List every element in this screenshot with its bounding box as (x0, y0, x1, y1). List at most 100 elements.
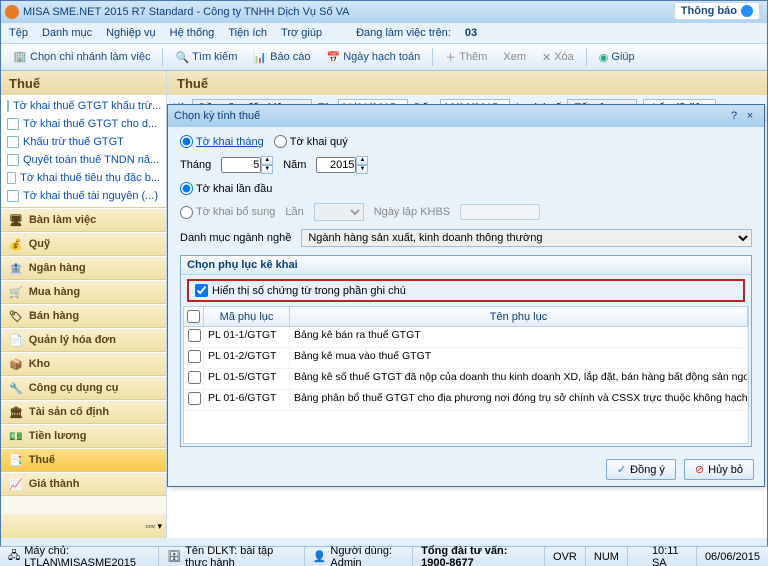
buy-icon: 🛒 (9, 286, 23, 299)
cancel-icon: ⊘ (695, 463, 704, 476)
sell-icon: 🏷 (9, 310, 23, 323)
bell-icon (741, 5, 753, 17)
tree-item[interactable]: Khấu trừ thuế GTGT (1, 133, 166, 151)
working-value: 03 (465, 27, 477, 39)
row-checkbox[interactable] (188, 371, 201, 384)
branch-icon: 🏢 (13, 50, 27, 64)
status-time: 10:11 SA (644, 547, 697, 566)
toolbar: 🏢Chọn chi nhánh làm việc 🔍Tìm kiếm 📊Báo … (1, 43, 767, 71)
ok-button[interactable]: ✓Đồng ý (606, 459, 676, 480)
nav-nganhang[interactable]: 🏦Ngân hàng (1, 256, 166, 280)
report-button[interactable]: 📊Báo cáo (247, 49, 316, 66)
lan-select (314, 203, 364, 221)
row-checkbox[interactable] (188, 392, 201, 405)
salary-icon: 💵 (9, 430, 23, 443)
doc-icon (7, 136, 19, 148)
nav-tscd[interactable]: 🏛Tài sản cố định (1, 400, 166, 424)
nam-input[interactable] (316, 157, 356, 173)
dialog-help-button[interactable]: ? (726, 110, 742, 122)
dialog-titlebar: Chọn kỳ tính thuế ? × (168, 105, 764, 127)
add-button[interactable]: ＋Thêm (439, 47, 493, 67)
col-name[interactable]: Tên phụ lục (290, 307, 748, 326)
table-row[interactable]: PL 01-5/GTGTBảng kê số thuế GTGT đã nộp … (184, 369, 748, 390)
branch-button[interactable]: 🏢Chọn chi nhánh làm việc (7, 48, 156, 66)
app-logo-icon (5, 5, 19, 19)
working-label: Đang làm việc trên: (356, 27, 451, 39)
nav-banlamviec[interactable]: 🖥Bàn làm việc (1, 208, 166, 232)
menu-trogiup[interactable]: Trợ giúp (281, 27, 322, 39)
spin-down[interactable]: ▼ (261, 165, 273, 174)
status-hotline: Tổng đài tư vấn: 1900-8677 (413, 547, 545, 566)
industry-select[interactable]: Ngành hàng sản xuất, kinh doanh thông th… (301, 229, 752, 247)
show-number-checkbox[interactable] (195, 284, 208, 297)
menu-tienich[interactable]: Tiện ích (228, 27, 267, 39)
overflow-icon[interactable]: ▫▫▫ ▾ (145, 521, 162, 532)
menu-tep[interactable]: Tệp (9, 27, 28, 39)
row-checkbox[interactable] (188, 350, 201, 363)
sidebar-title: Thuế (1, 71, 166, 95)
invoice-icon: 📄 (9, 334, 23, 347)
row-checkbox[interactable] (188, 329, 201, 342)
appendix-group: Chọn phụ lục kê khai Hiển thị số chứng t… (180, 255, 752, 447)
highlight-checkbox-row: Hiển thị số chứng từ trong phần ghi chú (187, 279, 745, 302)
thang-input[interactable] (221, 157, 261, 173)
delete-icon: ✕ (542, 51, 551, 64)
help-icon: ◉ (599, 51, 609, 64)
nav-thue[interactable]: 📑Thuế (1, 448, 166, 472)
tree-item[interactable]: Tờ khai thuế GTGT cho d... (1, 115, 166, 133)
menubar: Tệp Danh mục Nghiệp vụ Hệ thống Tiện ích… (1, 23, 767, 43)
spin-down[interactable]: ▼ (356, 165, 368, 174)
dialog-close-button[interactable]: × (742, 110, 758, 122)
group-title: Chọn phụ lục kê khai (181, 256, 751, 275)
delete-button: ✕Xóa (536, 49, 580, 66)
cancel-button[interactable]: ⊘Hủy bỏ (684, 459, 754, 480)
table-row[interactable]: PL 01-1/GTGTBảng kê bán ra thuế GTGT (184, 327, 748, 348)
nav-banhang[interactable]: 🏷Bán hàng (1, 304, 166, 328)
user-icon: 👤 (313, 550, 327, 563)
nav-giathanh[interactable]: 📈Giá thành (1, 472, 166, 496)
help-button[interactable]: ◉Giúp (593, 49, 641, 66)
radio-quarter[interactable]: Tờ khai quý (274, 135, 348, 148)
menu-nghiepvu[interactable]: Nghiệp vụ (106, 27, 156, 39)
radio-addl[interactable]: Tờ khai bổ sung (180, 206, 275, 219)
status-dlkt: 🗄Tên DLKT: bài tập thực hành (159, 547, 304, 566)
statusbar: 🖧Máy chủ: LTLAN\MISASME2015 🗄Tên DLKT: b… (0, 546, 768, 566)
lan-label: Lần (285, 206, 303, 218)
radio-first[interactable]: Tờ khai lần đầu (180, 182, 272, 195)
doc-icon (7, 154, 19, 166)
show-number-label: Hiển thị số chứng từ trong phần ghi chú (212, 285, 406, 297)
sidebar-tree: Tờ khai thuế GTGT khấu trừ... Tờ khai th… (1, 95, 166, 208)
tree-item[interactable]: Tờ khai thuế tài nguyên (...) (1, 187, 166, 205)
nav-quy[interactable]: 💰Quỹ (1, 232, 166, 256)
tree-item[interactable]: Tờ khai thuế tiêu thụ đặc b... (1, 169, 166, 187)
select-all-checkbox[interactable] (187, 310, 200, 323)
main-pane: Thuế Kỳ Đầu năm đến hiện tại Từ Đến Loại… (167, 71, 767, 538)
tree-item[interactable]: Tờ khai thuế GTGT khấu trừ... (1, 97, 166, 115)
bank-icon: 🏦 (9, 262, 23, 275)
plan-button[interactable]: 📅Ngày hạch toán (320, 49, 426, 66)
nav-hoadon[interactable]: 📄Quản lý hóa đơn (1, 328, 166, 352)
sidebar: Thuế Tờ khai thuế GTGT khấu trừ... Tờ kh… (1, 71, 167, 538)
fund-icon: 💰 (9, 238, 23, 251)
spin-up[interactable]: ▲ (356, 156, 368, 165)
nav-kho[interactable]: 📦Kho (1, 352, 166, 376)
spin-up[interactable]: ▲ (261, 156, 273, 165)
db-icon: 🗄 (167, 550, 181, 563)
menu-danhmuc[interactable]: Danh mục (42, 27, 92, 39)
nav-muahang[interactable]: 🛒Mua hàng (1, 280, 166, 304)
table-row[interactable]: PL 01-6/GTGTBảng phân bổ thuế GTGT cho đ… (184, 390, 748, 411)
nav-ccdc[interactable]: 🔧Công cụ dụng cụ (1, 376, 166, 400)
find-button[interactable]: 🔍Tìm kiếm (169, 49, 243, 66)
radio-month[interactable]: Tờ khai tháng (180, 135, 264, 148)
doc-icon (7, 100, 9, 112)
col-code[interactable]: Mã phụ lục (204, 307, 290, 326)
tree-item[interactable]: Quyết toán thuế TNDN nă... (1, 151, 166, 169)
search-icon: 🔍 (175, 51, 189, 64)
table-row[interactable]: PL 01-2/GTGTBảng kê mua vào thuế GTGT (184, 348, 748, 369)
menu-hethong[interactable]: Hệ thống (170, 27, 215, 39)
report-icon: 📊 (253, 51, 267, 64)
notify-button[interactable]: Thông báo (674, 2, 760, 20)
status-server: 🖧Máy chủ: LTLAN\MISASME2015 (0, 547, 159, 566)
nav-tienluong[interactable]: 💵Tiền lương (1, 424, 166, 448)
khbs-label: Ngày lập KHBS (374, 206, 450, 218)
